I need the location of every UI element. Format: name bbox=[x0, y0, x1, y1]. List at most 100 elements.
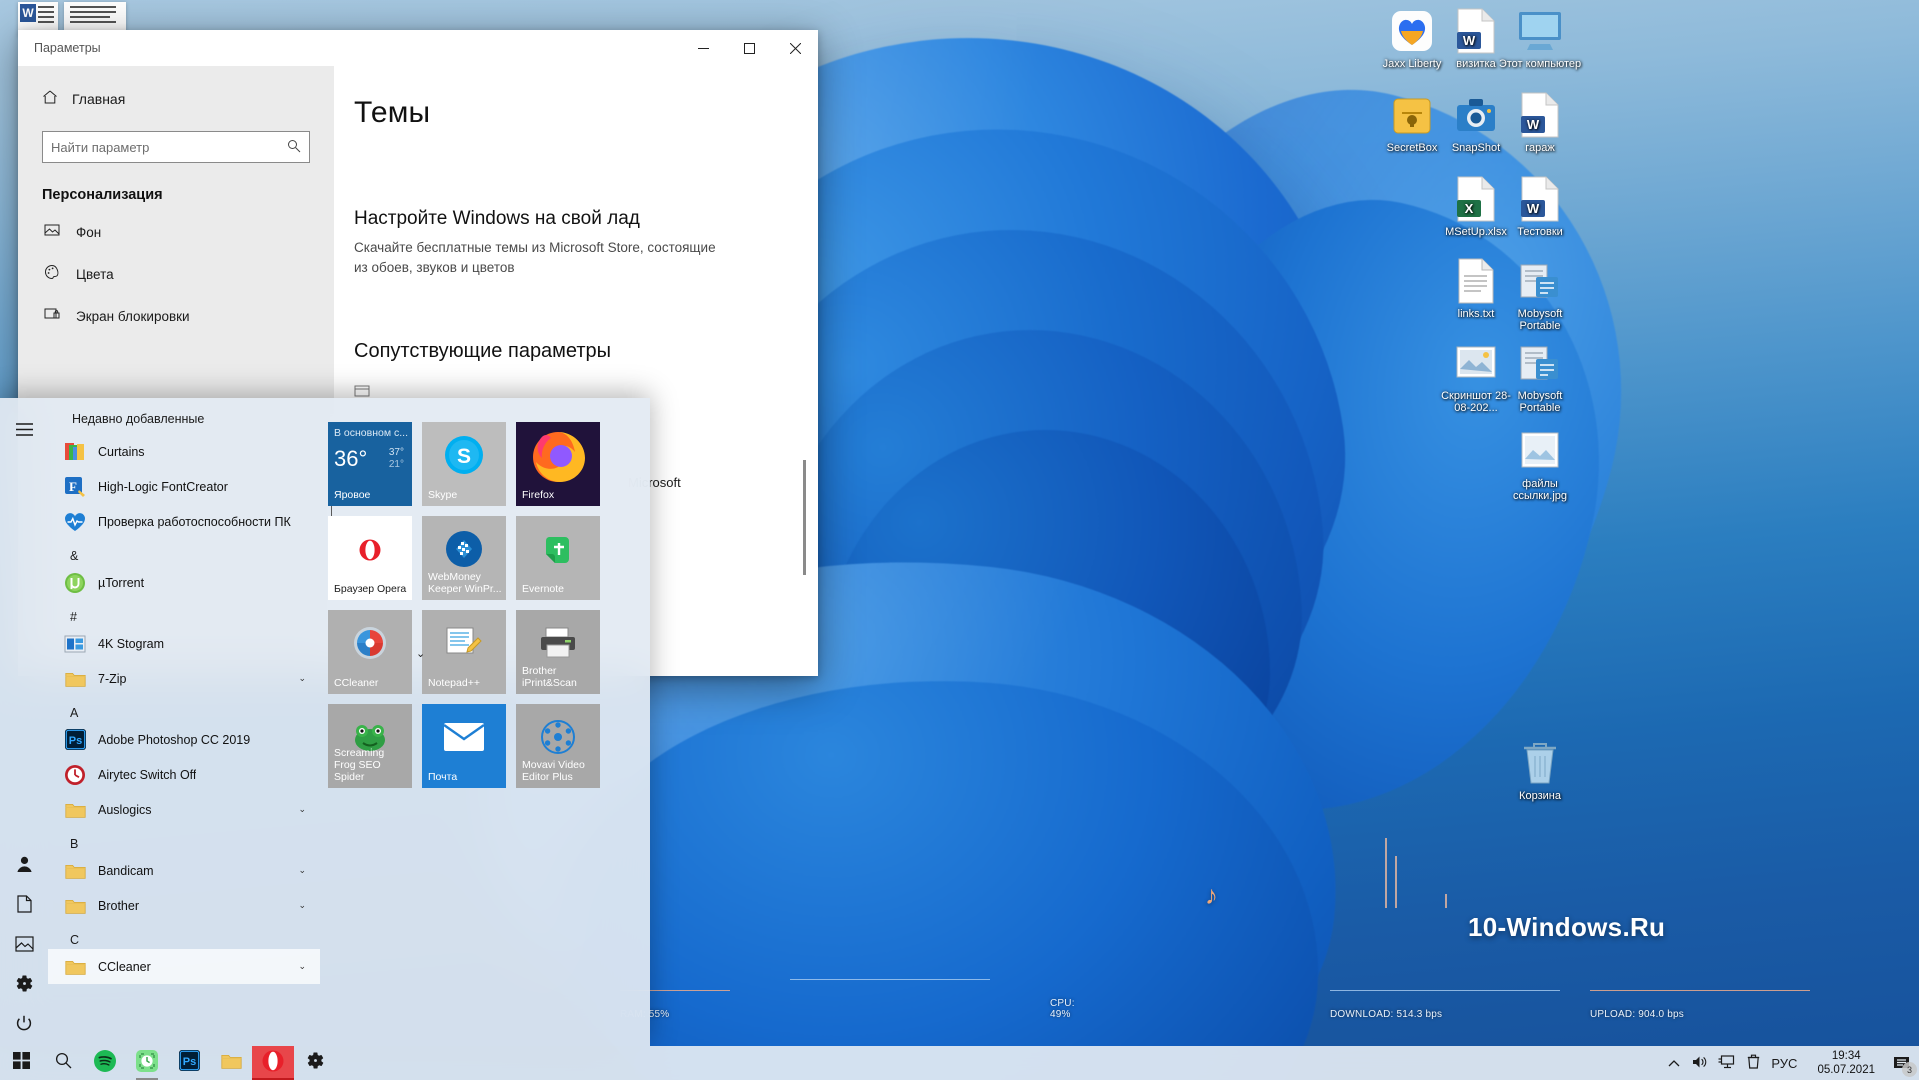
close-button[interactable] bbox=[772, 30, 818, 66]
clock[interactable]: 19:34 05.07.2021 bbox=[1807, 1049, 1885, 1077]
word-document-icon: W bbox=[1453, 8, 1499, 54]
secretbox-icon bbox=[1389, 92, 1435, 138]
settings-search-box[interactable] bbox=[42, 131, 310, 163]
sidebar-item-2[interactable]: Цвета bbox=[18, 253, 334, 295]
desktop-icon[interactable]: W Тестовки bbox=[1498, 176, 1582, 238]
settings-scrollbar[interactable] bbox=[803, 460, 806, 575]
notepadpp-icon bbox=[445, 626, 483, 666]
chevron-down-icon[interactable]: ⌄ bbox=[298, 961, 306, 972]
photoshop-button[interactable]: Ps bbox=[168, 1046, 210, 1080]
tile-label: Screaming Frog SEO Spider bbox=[334, 747, 385, 783]
chevron-up-icon bbox=[1668, 1056, 1680, 1071]
music-note-icon: ♪ bbox=[1205, 880, 1218, 910]
volume-icon[interactable] bbox=[1688, 1046, 1712, 1080]
start-tile[interactable]: Notepad++ bbox=[422, 610, 506, 694]
svg-text:W: W bbox=[1527, 201, 1540, 216]
language-indicator[interactable]: РУС bbox=[1767, 1046, 1801, 1080]
start-tile[interactable]: S Skype bbox=[422, 422, 506, 506]
start-rail-pictures[interactable] bbox=[4, 926, 44, 966]
settings-titlebar[interactable]: Параметры bbox=[18, 30, 818, 66]
start-app-item[interactable]: Brother ⌄ bbox=[48, 888, 320, 923]
sidebar-item-3[interactable]: Экран блокировки bbox=[18, 295, 334, 337]
network-icon[interactable] bbox=[1714, 1046, 1739, 1080]
start-rail-power[interactable] bbox=[4, 1006, 44, 1046]
start-app-item[interactable]: 4K Stogram bbox=[48, 626, 320, 661]
search-icon[interactable] bbox=[279, 139, 309, 156]
start-tile[interactable]: Screaming Frog SEO Spider bbox=[328, 704, 412, 788]
desktop-icon[interactable]: файлы ссылки.jpg bbox=[1498, 428, 1582, 502]
start-tile[interactable]: Brother iPrint&Scan bbox=[516, 610, 600, 694]
start-menu-app-list[interactable]: Недавно добавленные Curtains F High-Logic … bbox=[48, 398, 320, 1046]
start-button[interactable] bbox=[0, 1046, 42, 1080]
start-rail-account[interactable] bbox=[4, 846, 44, 886]
start-rail-menu[interactable] bbox=[4, 412, 44, 452]
taskbar[interactable]: Ps РУС 19:34 05.07.2021 3 bbox=[0, 1046, 1919, 1080]
start-menu[interactable]: Недавно добавленные Curtains F High-Logic … bbox=[0, 398, 650, 1046]
start-app-item[interactable]: Ps Adobe Photoshop CC 2019 bbox=[48, 722, 320, 757]
minimize-button[interactable] bbox=[680, 30, 726, 66]
this-pc-icon bbox=[1517, 8, 1563, 54]
webmoney-icon bbox=[444, 529, 484, 575]
start-tile[interactable]: Почта bbox=[422, 704, 506, 788]
firefox-icon bbox=[527, 424, 589, 492]
start-tile[interactable]: Movavi Video Editor Plus bbox=[516, 704, 600, 788]
chevron-down-icon[interactable]: ⌄ bbox=[298, 865, 306, 876]
desktop-icon[interactable]: Этот компьютер bbox=[1498, 8, 1582, 70]
start-app-item[interactable]: µTorrent bbox=[48, 565, 320, 600]
chevron-down-icon[interactable]: ⌄ bbox=[298, 804, 306, 815]
start-tile[interactable]: Firefox bbox=[516, 422, 600, 506]
start-app-item[interactable]: F High-Logic FontCreator bbox=[48, 469, 320, 504]
start-app-item[interactable]: Auslogics ⌄ bbox=[48, 792, 320, 827]
start-menu-tiles[interactable]: В основном с... 36° 37° 21° Яровое S Skype Fire… bbox=[320, 398, 650, 1046]
document-icon bbox=[16, 894, 32, 918]
desktop-icon[interactable]: Wгараж bbox=[1498, 92, 1582, 154]
start-app-item[interactable]: Airytec Switch Off bbox=[48, 757, 320, 792]
start-app-item[interactable]: Curtains bbox=[48, 434, 320, 469]
start-rail-settings[interactable] bbox=[4, 966, 44, 1006]
folder-icon bbox=[64, 799, 86, 821]
sidebar-item-home[interactable]: Главная bbox=[18, 80, 334, 117]
start-app-item[interactable]: 7-Zip ⌄ bbox=[48, 661, 320, 696]
desktop-icon[interactable]: Mobysoft Portable bbox=[1498, 340, 1582, 414]
desktop-icon[interactable]: Корзина bbox=[1498, 740, 1582, 802]
maximize-button[interactable] bbox=[726, 30, 772, 66]
start-app-label: Curtains bbox=[98, 444, 145, 459]
svg-text:Ps: Ps bbox=[182, 1056, 195, 1068]
opera-icon bbox=[262, 1050, 284, 1077]
sidebar-home-label: Главная bbox=[72, 90, 126, 107]
start-tile[interactable]: Браузер Opera bbox=[328, 516, 412, 600]
chevron-down-icon[interactable]: ⌄ bbox=[298, 900, 306, 911]
lock-screen-icon bbox=[42, 306, 62, 326]
folder-icon bbox=[64, 895, 86, 917]
start-app-item[interactable]: CCleaner ⌄ bbox=[48, 949, 320, 984]
settings-button[interactable] bbox=[294, 1046, 336, 1080]
opera-button[interactable] bbox=[252, 1046, 294, 1080]
chevron-down-icon[interactable]: ⌄ bbox=[416, 647, 425, 660]
removable-media-icon[interactable] bbox=[1741, 1046, 1765, 1080]
movavi-icon bbox=[540, 719, 576, 761]
start-app-item[interactable]: Bandicam ⌄ bbox=[48, 853, 320, 888]
file-explorer-button[interactable] bbox=[210, 1046, 252, 1080]
start-rail-documents[interactable] bbox=[4, 886, 44, 926]
weather-temp-now: 36° bbox=[334, 446, 368, 471]
screenshot-icon bbox=[1453, 340, 1499, 386]
search-button[interactable] bbox=[42, 1046, 84, 1080]
spotify-icon bbox=[94, 1049, 116, 1077]
curtains-icon bbox=[64, 441, 86, 463]
screenshot-tool-button[interactable] bbox=[126, 1046, 168, 1080]
search-input[interactable] bbox=[43, 139, 279, 155]
start-app-label: Airytec Switch Off bbox=[98, 767, 197, 782]
svg-text:F: F bbox=[69, 479, 77, 494]
show-hidden-icons[interactable] bbox=[1662, 1046, 1686, 1080]
chevron-down-icon[interactable]: ⌄ bbox=[298, 673, 306, 684]
start-app-item[interactable]: Проверка работоспособности ПК bbox=[48, 504, 320, 539]
spotify-button[interactable] bbox=[84, 1046, 126, 1080]
start-tile[interactable]: CCleaner bbox=[328, 610, 412, 694]
desktop-icon[interactable]: Mobysoft Portable bbox=[1498, 258, 1582, 332]
notification-badge: 3 bbox=[1902, 1062, 1917, 1077]
start-tile[interactable]: WebMoney Keeper WinPr... bbox=[422, 516, 506, 600]
notification-center-button[interactable]: 3 bbox=[1885, 1046, 1919, 1080]
start-tile[interactable]: В основном с... 36° 37° 21° Яровое bbox=[328, 422, 412, 506]
sidebar-item-1[interactable]: Фон bbox=[18, 211, 334, 253]
start-tile[interactable]: Evernote bbox=[516, 516, 600, 600]
